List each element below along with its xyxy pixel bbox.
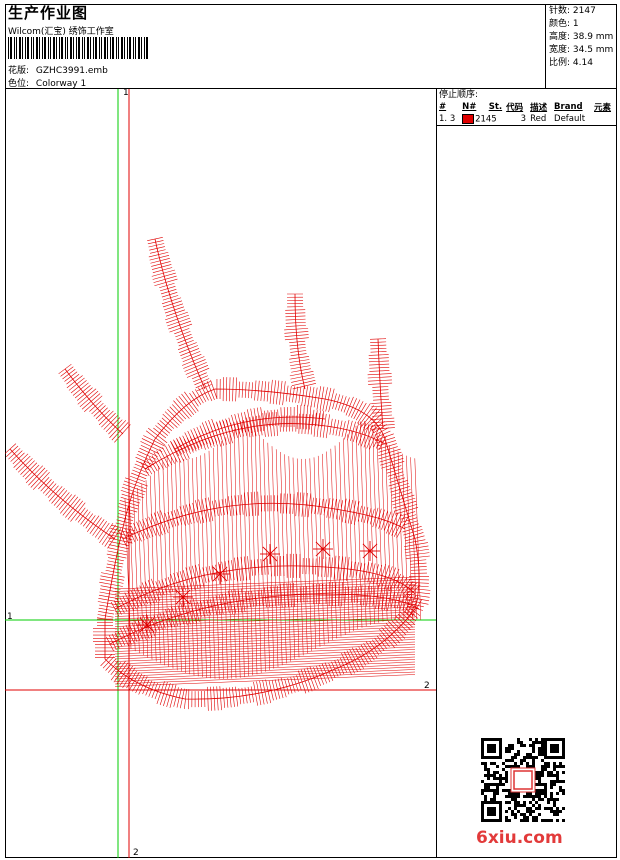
row-needle: 3	[449, 114, 456, 124]
qr-code	[481, 738, 565, 822]
stitch-count: 针数: 2147	[549, 6, 596, 16]
leaf-spike-5	[9, 448, 116, 540]
col-brand: Brand	[554, 102, 583, 112]
axis-label-2-bottom: 2	[133, 848, 139, 858]
row-num: 1.	[439, 114, 448, 124]
col-elements: 元素	[594, 103, 612, 113]
axis-label-1-left: 1	[7, 612, 13, 622]
col-code: 代码	[506, 103, 524, 113]
design-width: 宽度: 34.5 mm	[549, 45, 614, 55]
thread-color-swatch	[462, 113, 475, 124]
stop-sequence-title: 停止顺序:	[439, 90, 479, 100]
watermark: 6xiu.com	[476, 828, 563, 848]
row-code: 3	[520, 114, 527, 124]
row-stitches: 2145	[475, 114, 497, 125]
table-row: 1. 3 2145 3 Red Default	[437, 113, 616, 126]
panel-divider	[436, 88, 437, 858]
col-description: 描述	[530, 103, 548, 113]
design-height: 高度: 38.9 mm	[549, 32, 614, 42]
axis-label-1-top: 1	[123, 89, 129, 98]
studio-name: Wilcom(汇宝) 绣饰工作室	[8, 27, 114, 37]
stop-sequence-panel: 停止顺序: # N# St. 代码 描述 Brand 元素 1. 3 2145 …	[437, 89, 616, 126]
design-scale: 比例: 4.14	[549, 58, 593, 68]
page-title: 生产作业图	[8, 4, 89, 22]
col-num: #	[439, 102, 447, 112]
axis-label-2-right: 2	[424, 681, 430, 691]
design-file-row: 花版: GZHC3991.emb	[8, 63, 108, 76]
barcode	[8, 37, 148, 59]
row-brand: Default	[554, 114, 586, 124]
stitch-fill-hatching	[114, 420, 422, 687]
design-label: 花版:	[8, 66, 30, 76]
row-description: Red	[530, 114, 547, 124]
leaf-spike-1	[154, 238, 206, 390]
col-needle: N#	[462, 102, 477, 112]
color-count: 颜色: 1	[549, 19, 579, 29]
row-elements	[592, 113, 616, 126]
design-filename: GZHC3991.emb	[35, 66, 108, 76]
embroidery-preview: 1 1 2 2	[5, 89, 436, 858]
table-header-row: # N# St. 代码 描述 Brand 元素	[437, 101, 616, 113]
stats-panel: 针数: 2147 颜色: 1 高度: 38.9 mm 宽度: 34.5 mm 比…	[545, 5, 618, 89]
stop-sequence-table: # N# St. 代码 描述 Brand 元素 1. 3 2145 3 Red …	[437, 101, 616, 126]
col-stitches: St.	[488, 102, 503, 112]
